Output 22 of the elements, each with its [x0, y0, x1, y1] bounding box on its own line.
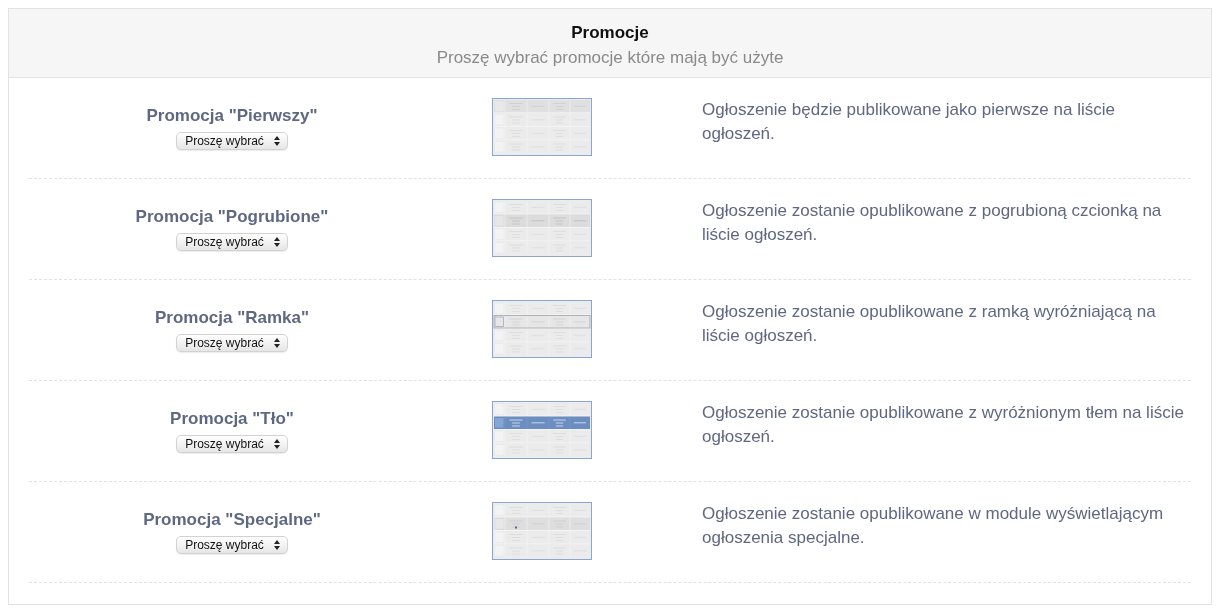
updown-arrows-icon — [273, 135, 280, 146]
updown-arrows-icon — [273, 236, 280, 247]
promotion-select[interactable]: Proszę wybrać — [176, 333, 288, 352]
promotion-select[interactable]: Proszę wybrać — [176, 535, 288, 554]
promotion-title: Promocja "Pierwszy" — [146, 104, 318, 126]
promotion-description: Ogłoszenie zostanie opublikowane w module wyświetlającym ogłoszenia specjalne. — [702, 503, 1165, 549]
promotion-description: Ogłoszenie zostanie opublikowane z wyróżnionym tłem na liście ogłoszeń. — [702, 402, 1185, 448]
promotion-description: Ogłoszenie zostanie opublikowane z pogrubioną czcionką na liście ogłoszeń. — [702, 200, 1163, 246]
promotion-description: Ogłoszenie zostanie opublikowane z ramką wyróżniającą na liście ogłoszeń. — [702, 301, 1157, 347]
promotion-title: Promocja "Pogrubione" — [135, 205, 329, 227]
promotion-select[interactable]: Proszę wybrać — [176, 434, 288, 453]
promotion-title: Promocja "Specjalne" — [143, 508, 321, 530]
promotion-description: Ogłoszenie będzie publikowane jako pierwsze na liście ogłoszeń. — [702, 99, 1116, 145]
panel-subtitle: Proszę wybrać promocje które mają być użyte — [436, 47, 784, 68]
panel-title: Promocje — [571, 22, 649, 43]
promotion-title: Promocja "Ramka" — [154, 306, 310, 328]
promotion-title: Promocja "Tło" — [170, 407, 294, 429]
promotion-select[interactable]: Proszę wybrać — [176, 232, 288, 251]
updown-arrows-icon — [273, 337, 280, 348]
updown-arrows-icon — [273, 539, 280, 550]
promotion-select[interactable]: Proszę wybrać — [176, 131, 288, 150]
updown-arrows-icon — [273, 438, 280, 449]
